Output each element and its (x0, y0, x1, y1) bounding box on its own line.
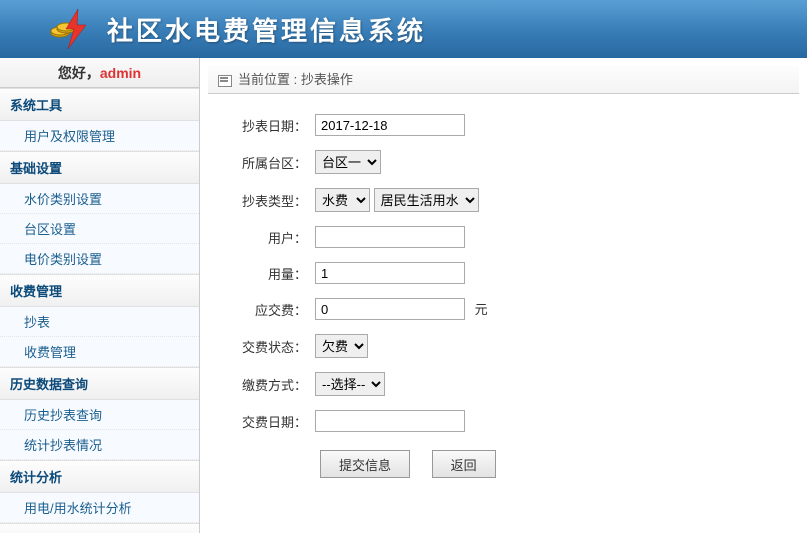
nav-item-history-query[interactable]: 历史抄表查询 (0, 400, 199, 430)
app-header: 社区水电费管理信息系统 (0, 0, 807, 58)
app-logo (50, 7, 95, 52)
nav-item-elec-price[interactable]: 电价类别设置 (0, 244, 199, 274)
label-type: 抄表类型： (210, 191, 315, 210)
breadcrumb-page: 抄表操作 (301, 66, 353, 94)
label-fee: 应交费： (210, 300, 315, 319)
submit-button[interactable]: 提交信息 (320, 450, 410, 478)
nav-item-user-permission[interactable]: 用户及权限管理 (0, 121, 199, 151)
nav-section-history[interactable]: 历史数据查询 (0, 367, 199, 400)
welcome-username: admin (100, 65, 141, 81)
select-area[interactable]: 台区一 (315, 150, 381, 174)
label-method: 缴费方式： (210, 375, 315, 394)
label-paydate: 交费日期： (210, 412, 315, 431)
nav-item-area-setting[interactable]: 台区设置 (0, 214, 199, 244)
nav-section-system-tools[interactable]: 系统工具 (0, 88, 199, 121)
input-user[interactable] (315, 226, 465, 248)
nav-item-stat-meter[interactable]: 统计抄表情况 (0, 430, 199, 460)
label-amount: 用量： (210, 264, 315, 283)
nav-section-fee-manage[interactable]: 收费管理 (0, 274, 199, 307)
input-fee[interactable] (315, 298, 465, 320)
fee-unit: 元 (475, 302, 488, 317)
nav-item-meter-read[interactable]: 抄表 (0, 307, 199, 337)
label-user: 用户： (210, 228, 315, 247)
breadcrumb-label: 当前位置 (238, 66, 290, 94)
breadcrumb: 当前位置 : 抄表操作 (208, 66, 799, 94)
input-amount[interactable] (315, 262, 465, 284)
welcome-bar: 您好，admin (0, 58, 199, 88)
welcome-greeting: 您好， (58, 65, 100, 81)
app-title: 社区水电费管理信息系统 (107, 11, 426, 48)
select-type-main[interactable]: 水费 (315, 188, 370, 212)
select-status[interactable]: 欠费 (315, 334, 368, 358)
lightning-icon (62, 9, 90, 49)
breadcrumb-icon (218, 74, 232, 86)
nav-section-stats[interactable]: 统计分析 (0, 460, 199, 493)
input-date[interactable] (315, 114, 465, 136)
nav-item-usage-stats[interactable]: 用电/用水统计分析 (0, 493, 199, 523)
back-button[interactable]: 返回 (432, 450, 496, 478)
nav-item-fee-manage[interactable]: 收费管理 (0, 337, 199, 367)
sidebar: 您好，admin 系统工具 用户及权限管理 基础设置 水价类别设置 台区设置 电… (0, 58, 200, 533)
input-paydate[interactable] (315, 410, 465, 432)
select-method[interactable]: --选择-- (315, 372, 385, 396)
label-date: 抄表日期： (210, 116, 315, 135)
nav-item-water-price[interactable]: 水价类别设置 (0, 184, 199, 214)
label-area: 所属台区： (210, 153, 315, 172)
nav-section-sys-manage[interactable]: 系统管理 (0, 523, 199, 533)
label-status: 交费状态： (210, 337, 315, 356)
meter-form: 抄表日期： 所属台区： 台区一 抄表类型： 水费 居民生活用水 用户： 用量： (200, 94, 807, 488)
nav-section-base-settings[interactable]: 基础设置 (0, 151, 199, 184)
select-type-sub[interactable]: 居民生活用水 (374, 188, 479, 212)
main-panel: 当前位置 : 抄表操作 抄表日期： 所属台区： 台区一 抄表类型： 水费 居民生… (200, 58, 807, 533)
